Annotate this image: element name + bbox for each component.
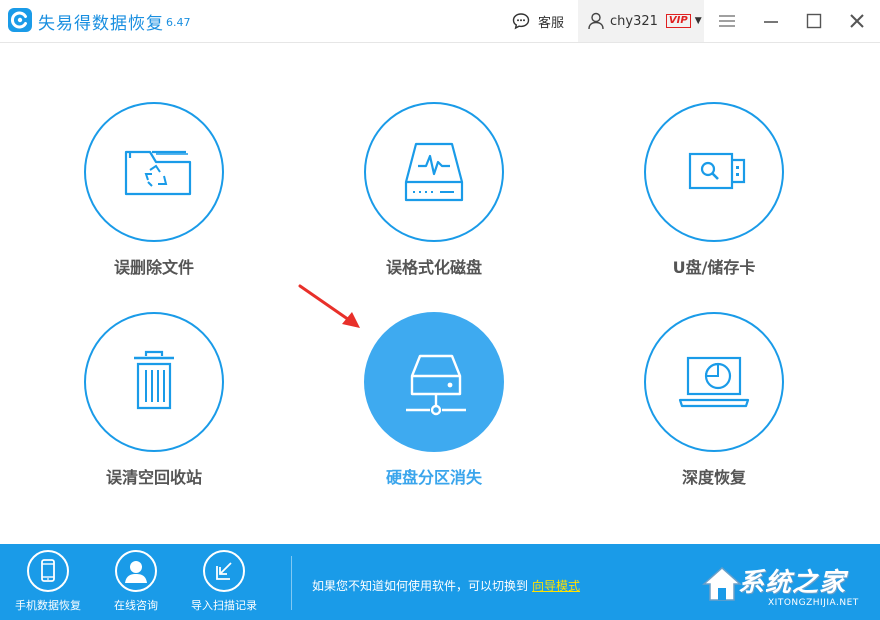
app-logo-icon [8, 8, 32, 32]
user-account-menu[interactable]: chy321 VIP ▼ [578, 0, 704, 42]
user-icon [588, 12, 604, 30]
hint-text: 如果您不知道如何使用软件，可以切换到 [312, 579, 529, 593]
bottom-label: 导入扫描记录 [191, 599, 257, 612]
tile-label: 误删除文件 [113, 258, 194, 277]
divider [291, 556, 292, 610]
usb-drive-icon [688, 152, 746, 190]
bottom-bar: 手机数据恢复 在线咨询 导入扫描记录 如果您不知道如何使用软件，可以切换到 向导模… [0, 544, 880, 620]
tile-formatted-disk[interactable]: 误格式化磁盘 [359, 102, 509, 278]
app-version: 6.47 [166, 16, 191, 29]
caret-down-icon: ▼ [694, 16, 702, 26]
online-consult-button[interactable]: 在线咨询 [96, 550, 176, 613]
bottom-label: 手机数据恢复 [15, 599, 81, 612]
bottom-icon-circle[interactable] [203, 550, 245, 592]
app-title: 失易得数据恢复 [38, 14, 164, 34]
trash-icon [134, 350, 174, 410]
tile-deep-recovery[interactable]: 深度恢复 [639, 312, 789, 488]
watermark-subtext: XITONGZHIJIA.NET [768, 598, 859, 608]
watermark: 系统之家 XITONGZHIJIA.NET [700, 558, 876, 616]
tile-circle[interactable] [84, 102, 224, 242]
close-icon [850, 14, 864, 28]
bottom-label: 在线咨询 [114, 599, 158, 612]
red-arrow-icon [298, 284, 360, 328]
tile-circle[interactable] [644, 312, 784, 452]
tile-usb-card[interactable]: U盘/储存卡 [639, 102, 789, 278]
tile-label: 误清空回收站 [105, 468, 202, 487]
phone-recovery-button[interactable]: 手机数据恢复 [8, 550, 88, 613]
tile-label: 深度恢复 [681, 468, 746, 487]
user-support-icon [125, 561, 147, 583]
close-button[interactable] [846, 10, 868, 32]
tile-recycle-bin[interactable]: 误清空回收站 [79, 312, 229, 488]
tile-label: 硬盘分区消失 [385, 468, 482, 487]
username: chy321 [610, 13, 658, 29]
tile-circle[interactable] [84, 312, 224, 452]
disk-pulse-icon [404, 142, 464, 202]
support-button[interactable]: 客服 [512, 11, 564, 31]
laptop-scan-icon [678, 356, 750, 408]
mode-hint: 如果您不知道如何使用软件，可以切换到 向导模式 [312, 577, 580, 594]
hard-drive-network-icon [406, 354, 466, 416]
tile-circle[interactable] [364, 102, 504, 242]
minimize-button[interactable] [760, 10, 782, 32]
watermark-text: 系统之家 [738, 568, 847, 598]
maximize-button[interactable] [803, 10, 825, 32]
tile-circle-selected[interactable] [364, 312, 504, 452]
tile-circle[interactable] [644, 102, 784, 242]
bottom-icon-circle[interactable] [27, 550, 69, 592]
tile-deleted-files[interactable]: 误删除文件 [79, 102, 229, 278]
tile-lost-partition[interactable]: 硬盘分区消失 [359, 312, 509, 488]
title-bar: 失易得数据恢复 6.47 客服 chy321 VIP ▼ [0, 0, 880, 43]
chat-bubble-icon [512, 13, 530, 30]
tile-label: 误格式化磁盘 [385, 258, 482, 277]
bottom-icon-circle[interactable] [115, 550, 157, 592]
wizard-mode-link[interactable]: 向导模式 [532, 579, 580, 593]
import-scan-record-button[interactable]: 导入扫描记录 [184, 550, 264, 613]
hamburger-icon [719, 15, 735, 27]
vip-badge: VIP [665, 14, 691, 28]
support-label: 客服 [538, 15, 565, 31]
import-icon [216, 562, 232, 580]
phone-icon [41, 559, 55, 582]
folder-recycle-icon [124, 150, 192, 196]
minimize-icon [764, 21, 778, 23]
maximize-icon [806, 13, 822, 29]
tile-label: U盘/储存卡 [672, 258, 756, 277]
menu-button[interactable] [716, 10, 738, 32]
